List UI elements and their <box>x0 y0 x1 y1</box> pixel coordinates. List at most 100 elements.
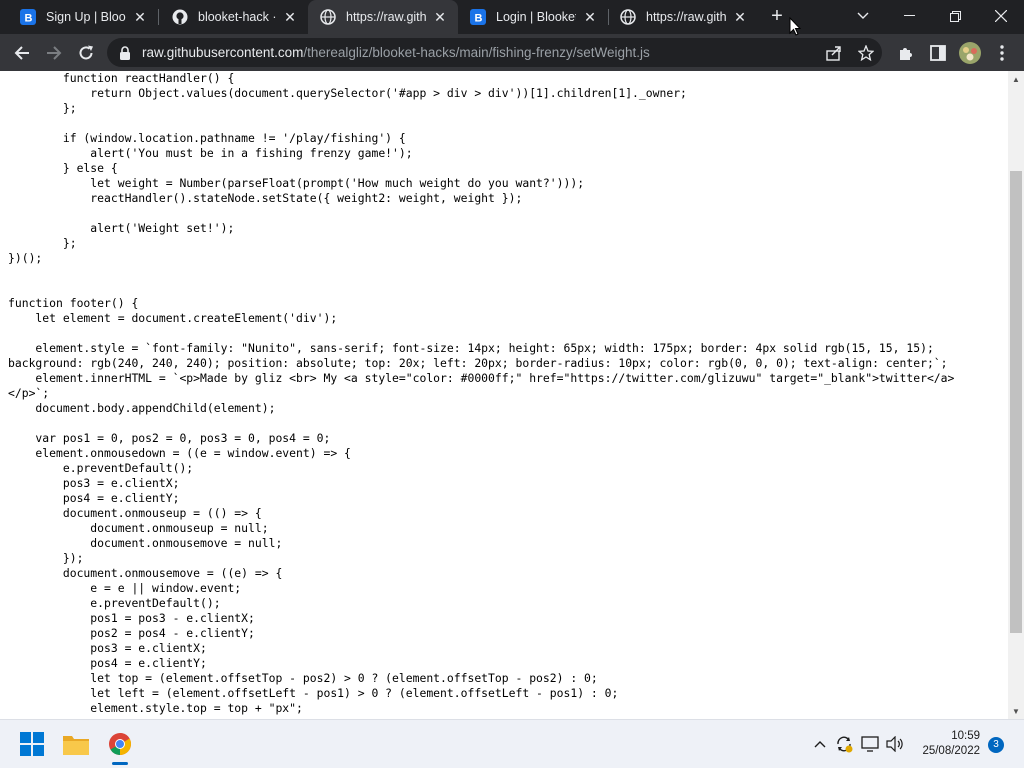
side-panel-icon[interactable] <box>924 39 952 67</box>
code-line: } else { <box>8 161 118 175</box>
scrollbar-thumb[interactable] <box>1010 171 1022 633</box>
code-line: })(); <box>8 251 43 265</box>
tab-search-chevron-icon[interactable] <box>840 0 886 32</box>
source-code-text[interactable]: function reactHandler() { return Object.… <box>8 71 954 716</box>
forward-arrow-icon[interactable] <box>40 39 68 67</box>
close-window-icon[interactable] <box>978 0 1024 32</box>
tab-title: Sign Up | Blooket <box>46 10 126 24</box>
url-text: raw.githubusercontent.com/therealgliz/bl… <box>142 45 650 60</box>
globe-icon <box>320 9 336 25</box>
clock-date: 25/08/2022 <box>922 745 980 757</box>
vertical-scrollbar[interactable]: ▲ ▼ <box>1008 71 1024 719</box>
close-icon[interactable]: ✕ <box>582 9 598 25</box>
tab-title: blooket-hack · GitHub <box>198 10 276 24</box>
code-line: e.preventDefault(); <box>8 461 194 475</box>
tab-sign-up-blooket[interactable]: B Sign Up | Blooket ✕ <box>8 0 158 34</box>
code-line: return Object.values(document.querySelec… <box>8 86 687 100</box>
url-path: /therealgliz/blooket-hacks/main/fishing-… <box>303 45 650 60</box>
sync-icon[interactable] <box>834 734 854 754</box>
mouse-cursor-icon <box>789 17 801 36</box>
file-explorer-icon[interactable] <box>60 728 92 760</box>
chevron-up-icon[interactable] <box>810 734 830 754</box>
code-line: pos1 = pos3 - e.clientX; <box>8 611 255 625</box>
active-app-indicator <box>112 762 128 765</box>
code-line: pos3 = e.clientX; <box>8 476 180 490</box>
tab-title: Login | Blooket <box>496 10 576 24</box>
new-tab-plus-icon[interactable]: + <box>766 5 788 27</box>
close-icon[interactable]: ✕ <box>132 9 148 25</box>
bookmark-star-icon[interactable] <box>857 44 875 62</box>
code-line: e = e || window.event; <box>8 581 242 595</box>
tab-separator <box>158 9 159 25</box>
blooket-icon: B <box>470 9 486 25</box>
code-line: let top = (element.offsetTop - pos2) > 0… <box>8 671 598 685</box>
restore-icon[interactable] <box>932 0 978 32</box>
code-line: }; <box>8 101 77 115</box>
code-line: let element = document.createElement('di… <box>8 311 338 325</box>
code-line: alert('You must be in a fishing frenzy g… <box>8 146 413 160</box>
volume-icon[interactable] <box>885 734 905 754</box>
tab-raw-githubusercontent-active[interactable]: https://raw.githubusercontent.com ✕ <box>308 0 458 34</box>
notification-badge[interactable]: 3 <box>988 737 1004 753</box>
extensions-puzzle-icon[interactable] <box>892 39 920 67</box>
code-line: var pos1 = 0, pos2 = 0, pos3 = 0, pos4 =… <box>8 431 331 445</box>
github-icon <box>172 9 188 25</box>
scroll-down-arrow-icon[interactable]: ▼ <box>1008 703 1024 719</box>
network-monitor-icon[interactable] <box>860 734 880 754</box>
lock-icon[interactable] <box>119 45 133 60</box>
windows-taskbar: 10:59 25/08/2022 3 <box>0 719 1024 768</box>
code-line: document.onmousemove = ((e) => { <box>8 566 283 580</box>
globe-icon <box>620 9 636 25</box>
reload-icon[interactable] <box>72 39 100 67</box>
code-line: if (window.location.pathname != '/play/f… <box>8 131 406 145</box>
tab-strip: B Sign Up | Blooket ✕ blooket-hack · Git… <box>0 0 1024 34</box>
code-line: function reactHandler() { <box>8 71 235 85</box>
close-icon[interactable]: ✕ <box>732 9 748 25</box>
code-line: function footer() { <box>8 296 139 310</box>
scroll-up-arrow-icon[interactable]: ▲ <box>1008 71 1024 87</box>
code-line: }); <box>8 551 84 565</box>
minimize-icon[interactable] <box>886 0 932 32</box>
code-line: document.onmousemove = null; <box>8 536 283 550</box>
browser-toolbar: raw.githubusercontent.com/therealgliz/bl… <box>0 34 1024 71</box>
code-line: pos4 = e.clientY; <box>8 656 207 670</box>
tab-blooket-hack-github[interactable]: blooket-hack · GitHub ✕ <box>160 0 308 34</box>
code-line: let weight = Number(parseFloat(prompt('H… <box>8 176 585 190</box>
code-line: </p>`; <box>8 386 50 400</box>
code-line: e.preventDefault(); <box>8 596 221 610</box>
code-line: alert('Weight set!'); <box>8 221 235 235</box>
chrome-icon[interactable] <box>104 728 136 760</box>
tab-title: https://raw.githubusercontent.com <box>646 10 726 24</box>
tab-title: https://raw.githubusercontent.com <box>346 10 426 24</box>
share-icon[interactable] <box>825 44 843 62</box>
profile-avatar[interactable] <box>956 39 984 67</box>
tab-login-blooket[interactable]: B Login | Blooket ✕ <box>458 0 608 34</box>
address-bar[interactable]: raw.githubusercontent.com/therealgliz/bl… <box>107 38 882 67</box>
windows-start-icon[interactable] <box>16 728 48 760</box>
back-arrow-icon[interactable] <box>8 39 36 67</box>
code-line: element.style = `font-family: "Nunito", … <box>8 341 934 355</box>
page-content: function reactHandler() { return Object.… <box>0 71 1008 719</box>
code-line: background: rgb(240, 240, 240); position… <box>8 356 948 370</box>
blooket-icon: B <box>20 9 36 25</box>
close-icon[interactable]: ✕ <box>432 9 448 25</box>
svg-text:B: B <box>25 13 33 25</box>
code-line: element.onmousedown = ((e = window.event… <box>8 446 351 460</box>
code-line: document.onmouseup = (() => { <box>8 506 262 520</box>
tab-raw-githubusercontent[interactable]: https://raw.githubusercontent.com ✕ <box>608 0 758 34</box>
code-line: document.onmouseup = null; <box>8 521 269 535</box>
code-line: pos4 = e.clientY; <box>8 491 180 505</box>
code-line: document.body.appendChild(element); <box>8 401 276 415</box>
svg-text:B: B <box>475 13 483 25</box>
menu-kebab-icon[interactable] <box>988 39 1016 67</box>
url-host: raw.githubusercontent.com <box>142 45 304 60</box>
system-clock[interactable]: 10:59 25/08/2022 <box>910 729 980 759</box>
close-icon[interactable]: ✕ <box>282 9 298 25</box>
code-line: let left = (element.offsetLeft - pos1) >… <box>8 686 619 700</box>
